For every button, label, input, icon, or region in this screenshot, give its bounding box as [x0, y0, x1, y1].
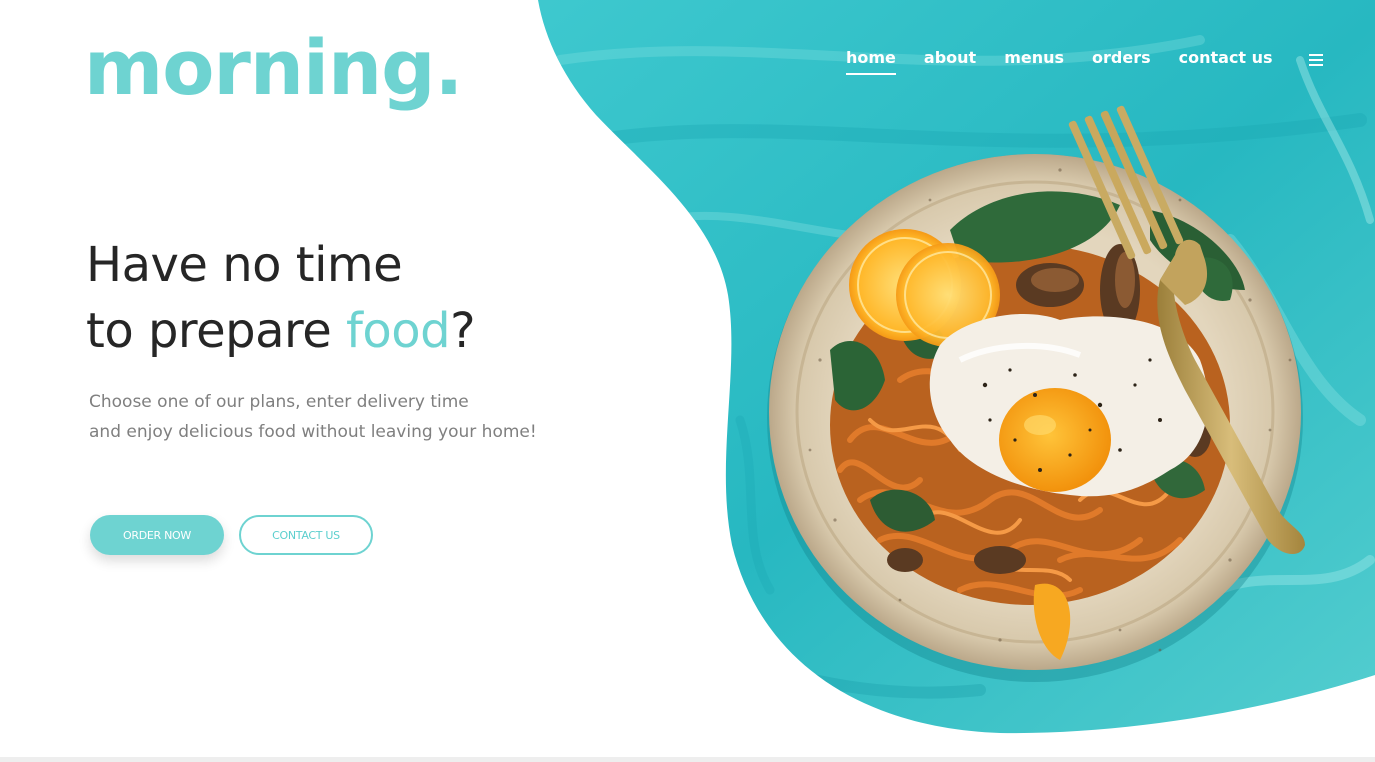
nav-item-about[interactable]: about [924, 48, 976, 75]
headline-line-2-start: to prepare [86, 303, 346, 359]
order-now-button[interactable]: ORDER NOW [90, 515, 224, 555]
subtext-line-1: Choose one of our plans, enter delivery … [89, 392, 469, 412]
hero-subtext: Choose one of our plans, enter delivery … [89, 387, 537, 447]
brand-logo[interactable]: morning. [84, 30, 463, 106]
contact-us-button[interactable]: CONTACT US [239, 515, 373, 555]
hamburger-menu-icon[interactable] [1309, 54, 1323, 66]
page-bottom-divider [0, 757, 1375, 762]
nav-item-orders[interactable]: orders [1092, 48, 1151, 75]
nav-item-home[interactable]: home [846, 48, 896, 75]
headline-accent-word: food [345, 303, 451, 359]
headline-line-2-end: ? [450, 303, 476, 359]
headline-line-1: Have no time [86, 237, 403, 293]
hero-headline: Have no time to prepare food? [86, 232, 476, 364]
hero-food-image [538, 0, 1375, 734]
nav-item-contact-us[interactable]: contact us [1179, 48, 1273, 75]
subtext-line-2: and enjoy delicious food without leaving… [89, 422, 537, 442]
nav-item-menus[interactable]: menus [1004, 48, 1064, 75]
main-nav: home about menus orders contact us [846, 48, 1273, 75]
